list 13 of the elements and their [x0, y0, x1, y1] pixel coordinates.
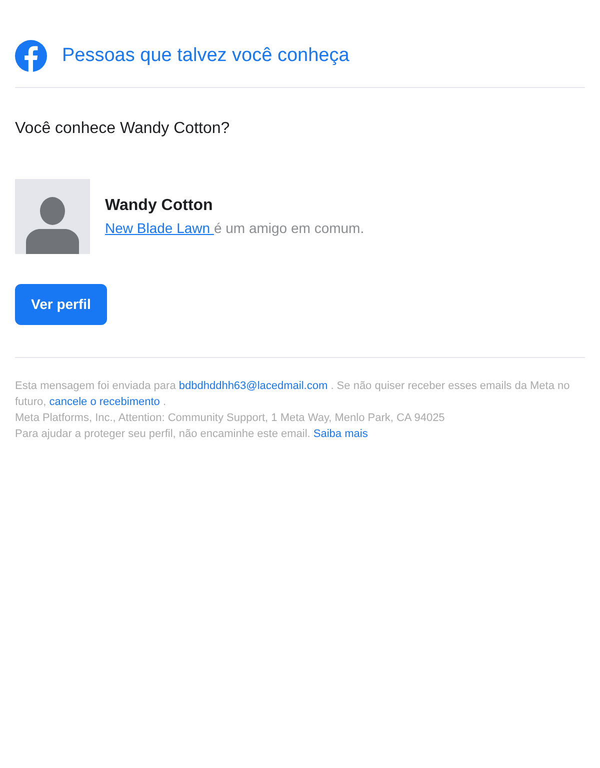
footer-text: Para ajudar a proteger seu perfil, não encaminhe este email. Saiba mais	[15, 427, 369, 442]
footer-text: Esta mensagem foi enviada para bdbdhddhh63@lacedmail.com . Se não quiser receber esses emails da Meta no futuro, cancele o recebimento .	[15, 379, 571, 410]
footer-link[interactable]: Saiba mais	[313, 428, 368, 440]
header-title: Pessoas que talvez você conheça	[62, 44, 350, 68]
footer-link[interactable]: cancele o recebimento	[49, 396, 160, 408]
question-text: Você conhece Wandy Cotton?	[15, 119, 231, 139]
footer-text: Meta Platforms, Inc., Attention: Community Support, 1 Meta Way, Menlo Park, CA 94025	[15, 411, 446, 426]
footer-link[interactable]: bdbdhddhh63@lacedmail.com	[178, 380, 328, 392]
mutual-friend-text: New Blade Lawn é um amigo em comum.	[105, 219, 364, 238]
friend-link[interactable]: New Blade Lawn	[105, 220, 214, 236]
facebook-logo-icon	[15, 40, 47, 72]
view-profile-button[interactable]: Ver perfil	[15, 284, 107, 325]
profile-name: Wandy Cotton	[105, 196, 214, 216]
